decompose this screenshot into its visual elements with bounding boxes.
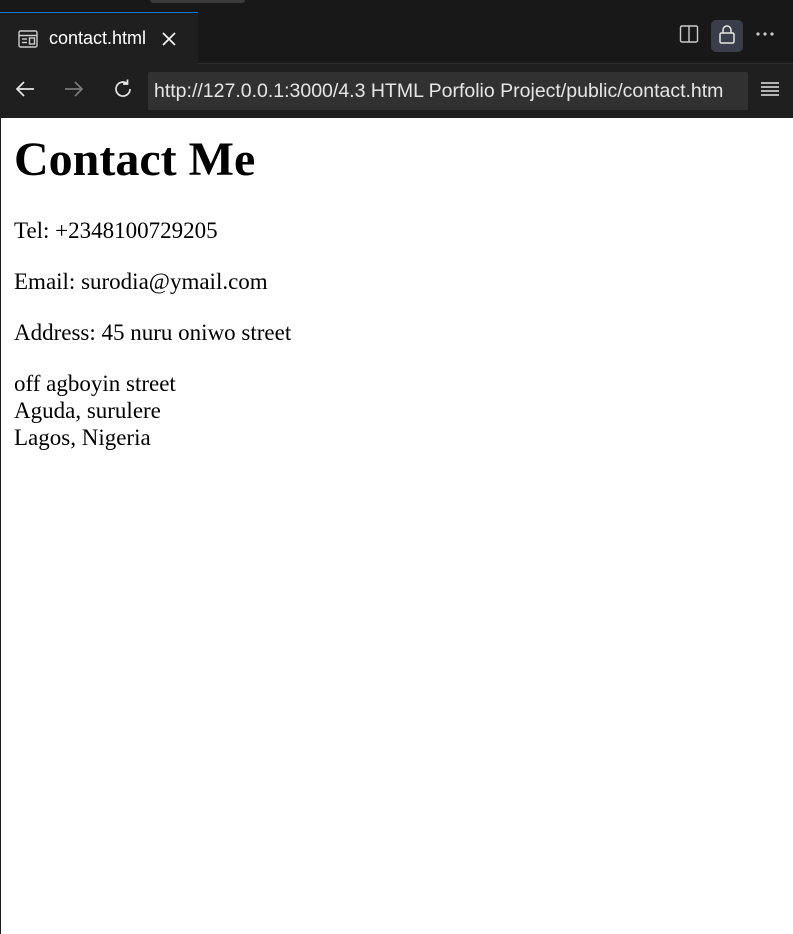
page-title: Contact Me <box>14 133 256 186</box>
address-text: Address: 45 nuru oniwo street <box>14 320 292 345</box>
tab-label: contact.html <box>49 28 147 48</box>
window-top-edge <box>0 0 793 12</box>
reload-icon <box>111 77 135 106</box>
lock-button[interactable] <box>711 20 743 52</box>
address-block: off agboyin street Aguda, surulere Lagos… <box>14 370 780 451</box>
split-editor-icon <box>678 23 700 50</box>
browser-nav-bar: http://127.0.0.1:3000/4.3 HTML Porfolio … <box>0 64 793 118</box>
arrow-left-icon <box>13 77 37 106</box>
url-input[interactable]: http://127.0.0.1:3000/4.3 HTML Porfolio … <box>148 72 748 110</box>
address-line: Aguda, surulere <box>14 398 161 423</box>
telephone-text: Tel: +2348100729205 <box>14 218 218 243</box>
more-actions-icon <box>754 23 776 50</box>
split-editor-button[interactable] <box>673 20 705 52</box>
lock-icon <box>716 23 738 50</box>
tab-contact-html[interactable]: contact.html <box>0 12 198 64</box>
arrow-right-icon <box>62 77 86 106</box>
reload-button[interactable] <box>105 73 141 109</box>
address-line: Lagos, Nigeria <box>14 425 151 450</box>
forward-button[interactable] <box>56 73 92 109</box>
window-title-chip <box>150 0 245 3</box>
web-page-content: Contact Me Tel: +2348100729205 Email: su… <box>0 118 793 934</box>
close-icon[interactable] <box>158 28 180 50</box>
hamburger-menu-icon <box>759 78 781 105</box>
back-button[interactable] <box>7 73 43 109</box>
email-text: Email: surodia@ymail.com <box>14 269 268 294</box>
menu-button[interactable] <box>752 73 788 109</box>
more-actions-button[interactable] <box>749 20 781 52</box>
tab-bar: contact.html <box>0 12 793 64</box>
tab-actions <box>673 20 781 52</box>
preview-icon <box>17 28 39 50</box>
address-line: off agboyin street <box>14 371 176 396</box>
